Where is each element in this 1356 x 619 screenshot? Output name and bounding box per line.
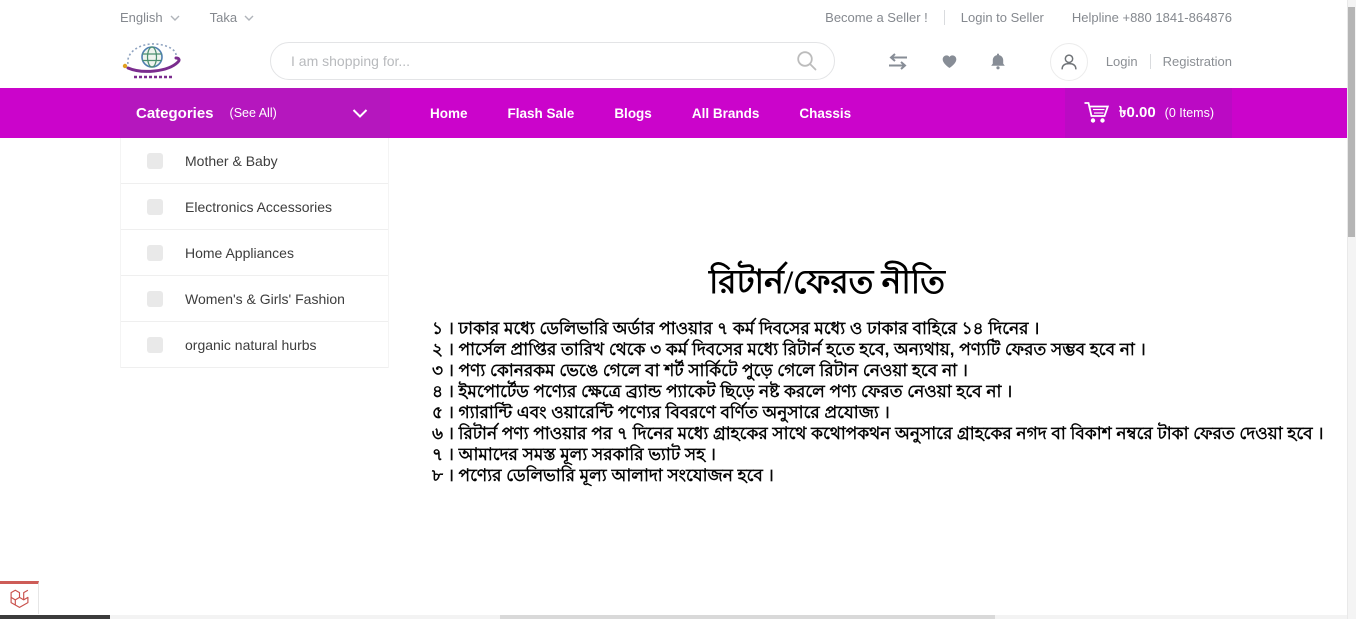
category-thumbnail-icon — [147, 291, 163, 307]
category-thumbnail-icon — [147, 245, 163, 261]
login-to-seller-link[interactable]: Login to Seller — [961, 10, 1044, 25]
sidebar-item-mother-baby[interactable]: Mother & Baby — [121, 138, 388, 184]
policy-line: ৬ । রিটার্ন পণ্য পাওয়ার পর ৭ দিনের মধ্য… — [432, 423, 1222, 444]
nav-link-flash-sale[interactable]: Flash Sale — [508, 106, 575, 121]
policy-line: ৭ । আমাদের সমস্ত মূল্য সরকারি ভ্যাট সহ । — [432, 444, 1222, 465]
wishlist-button[interactable] — [941, 54, 958, 69]
nav-link-blogs[interactable]: Blogs — [614, 106, 652, 121]
sidebar-item-womens-girls-fashion[interactable]: Women's & Girls' Fashion — [121, 276, 388, 322]
login-link[interactable]: Login — [1106, 54, 1138, 69]
nav-link-all-brands[interactable]: All Brands — [692, 106, 760, 121]
category-sidebar: Mother & Baby Electronics Accessories Ho… — [120, 138, 389, 368]
currency-dropdown[interactable]: Taka — [210, 10, 254, 25]
horizontal-scrollbar[interactable] — [110, 615, 1356, 619]
compare-arrows-icon — [887, 53, 909, 70]
page-title: রিটার্ন/ফেরত নীতি — [432, 260, 1222, 306]
language-label: English — [120, 10, 163, 25]
horizontal-scrollbar-thumb[interactable] — [500, 615, 995, 619]
nav-links: Home Flash Sale Blogs All Brands Chassis — [430, 88, 851, 138]
search-input[interactable] — [291, 53, 795, 69]
notifications-button[interactable] — [990, 53, 1006, 70]
laravel-icon — [9, 589, 30, 610]
policy-line: ২ । পার্সেল প্রাপ্তির তারিখ থেকে ৩ কর্ম … — [432, 339, 1222, 360]
language-dropdown[interactable]: English — [120, 10, 180, 25]
debugbar-bottom-strip — [0, 615, 110, 619]
vertical-scrollbar-thumb[interactable] — [1348, 7, 1355, 237]
chevron-down-icon — [244, 15, 254, 21]
sidebar-item-organic-natural-hurbs[interactable]: organic natural hurbs — [121, 322, 388, 368]
currency-label: Taka — [210, 10, 237, 25]
person-icon — [1058, 51, 1080, 73]
top-utility-bar: English Taka Become a Seller ! Login to … — [0, 0, 1356, 35]
cart-button[interactable]: ৳0.00 (0 Items) — [1065, 88, 1232, 138]
vertical-scrollbar[interactable] — [1347, 0, 1356, 619]
category-thumbnail-icon — [147, 199, 163, 215]
category-thumbnail-icon — [147, 153, 163, 169]
cart-icon — [1083, 101, 1110, 125]
account-button[interactable] — [1050, 43, 1088, 81]
policy-line: ৫ । গ্যারান্টি এবং ওয়ারেন্টি পণ্যের বিব… — [432, 402, 1222, 423]
policy-line: ১ । ঢাকার মধ্যে ডেলিভারি অর্ডার পাওয়ার … — [432, 318, 1222, 339]
cart-total: ৳0.00 — [1119, 101, 1156, 126]
return-policy-content: রিটার্ন/ফেরত নীতি ১ । ঢাকার মধ্যে ডেলিভা… — [432, 260, 1222, 486]
helpline-text: Helpline +880 1841-864876 — [1072, 10, 1232, 25]
policy-line: ৪ । ইমপোর্টেড পণ্যের ক্ষেত্রে ব্র্যান্ড … — [432, 381, 1222, 402]
compare-button[interactable] — [887, 53, 909, 70]
sidebar-item-home-appliances[interactable]: Home Appliances — [121, 230, 388, 276]
chevron-down-icon — [170, 15, 180, 21]
debugbar-toggle[interactable] — [0, 581, 39, 614]
nav-link-home[interactable]: Home — [430, 106, 468, 121]
search-icon[interactable] — [795, 49, 819, 73]
heart-icon — [941, 54, 958, 69]
cart-item-count: (0 Items) — [1165, 106, 1214, 120]
see-all-label: (See All) — [230, 106, 277, 120]
registration-link[interactable]: Registration — [1163, 54, 1232, 69]
chevron-down-icon — [352, 109, 368, 118]
globe-swoosh-logo-icon — [116, 38, 192, 86]
site-logo[interactable] — [116, 38, 192, 86]
primary-navbar: Categories (See All) Home Flash Sale Blo… — [0, 88, 1356, 138]
bell-icon — [990, 53, 1006, 70]
main-header: Login Registration — [0, 35, 1356, 88]
become-seller-link[interactable]: Become a Seller ! — [825, 10, 928, 25]
sidebar-item-electronics-accessories[interactable]: Electronics Accessories — [121, 184, 388, 230]
categories-label: Categories — [136, 105, 214, 122]
policy-line: ৩ । পণ্য কোনরকম ভেঙে গেলে বা শর্ট সার্কি… — [432, 360, 1222, 381]
nav-link-chassis[interactable]: Chassis — [799, 106, 851, 121]
policy-line: ৮ । পণ্যের ডেলিভারি মূল্য আলাদা সংযোজন হ… — [432, 465, 1222, 486]
divider — [944, 10, 945, 25]
categories-menu-button[interactable]: Categories (See All) — [120, 88, 390, 138]
policy-list: ১ । ঢাকার মধ্যে ডেলিভারি অর্ডার পাওয়ার … — [432, 318, 1222, 486]
category-thumbnail-icon — [147, 337, 163, 353]
divider — [1150, 54, 1151, 69]
search-bar — [270, 42, 835, 80]
